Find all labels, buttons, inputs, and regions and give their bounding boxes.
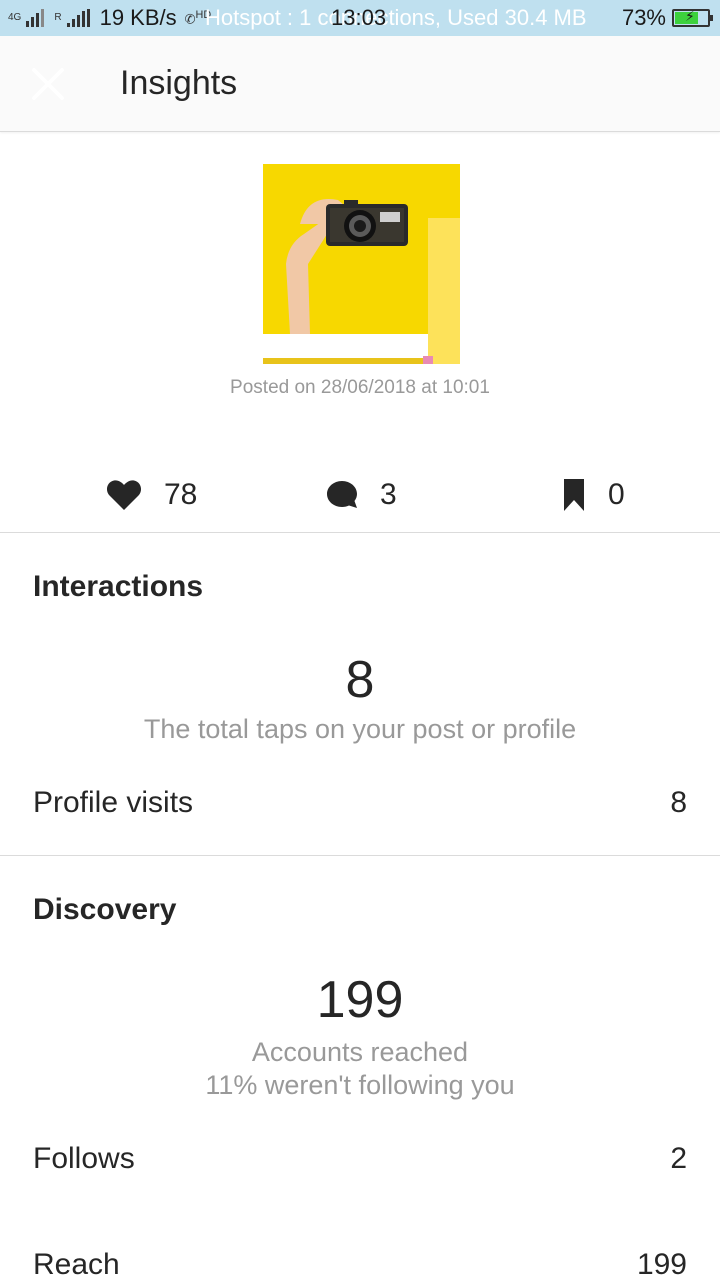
not-following-caption: 11% weren't following you <box>205 1070 515 1100</box>
accounts-reached-total: 199 <box>316 971 404 1029</box>
signal-icon-2 <box>66 9 90 27</box>
status-bar: 4G R 19 KB/s ✆HD Hotspot : 1 connections… <box>0 0 720 36</box>
charging-bolt-icon: ⚡ <box>685 8 695 24</box>
heart-icon <box>106 480 142 510</box>
likes-stat: 78 <box>106 474 197 516</box>
posted-on-text: Posted on 28/06/2018 at 10:01 <box>230 377 490 398</box>
profile-visits-label: Profile visits <box>33 786 194 819</box>
status-left: 4G R 19 KB/s ✆HD <box>8 5 211 31</box>
roaming-tag: R <box>54 12 62 23</box>
reach-value: 199 <box>636 1248 687 1280</box>
close-icon <box>32 68 64 100</box>
profile-visits-value: 8 <box>670 786 687 819</box>
network-tag: 4G <box>8 12 22 23</box>
battery-percent: 73% <box>621 5 666 30</box>
camera-photo-image <box>263 164 460 364</box>
hotspot-notification: Hotspot : 1 connections, Used 30.4 MB <box>205 5 587 30</box>
discovery-title: Discovery <box>33 893 177 926</box>
network-speed: 19 KB/s <box>99 5 177 30</box>
post-stats-row: 78 3 0 <box>0 474 720 516</box>
close-button[interactable] <box>28 64 68 104</box>
divider <box>0 532 720 533</box>
divider <box>0 855 720 856</box>
bookmark-icon <box>564 479 584 511</box>
reach-label: Reach <box>33 1248 120 1280</box>
comment-bubble-icon <box>327 481 357 508</box>
follows-value: 2 <box>670 1142 687 1175</box>
comments-stat: 3 <box>326 474 397 516</box>
signal-icon <box>26 9 45 27</box>
page-title: Insights <box>120 64 238 102</box>
interactions-total: 8 <box>345 651 375 709</box>
battery-icon: ⚡ <box>672 8 713 27</box>
status-right: 73% ⚡ <box>621 5 713 31</box>
saves-stat: 0 <box>562 474 625 516</box>
post-thumbnail[interactable] <box>260 164 460 364</box>
header-bar: Insights <box>0 36 720 132</box>
comments-count: 3 <box>380 478 397 511</box>
status-time: 13:03 <box>331 5 387 30</box>
likes-count: 78 <box>164 478 198 511</box>
interactions-title: Interactions <box>33 570 204 603</box>
saves-count: 0 <box>608 478 625 511</box>
accounts-reached-caption: Accounts reached <box>251 1037 469 1067</box>
follows-label: Follows <box>33 1142 135 1175</box>
interactions-caption: The total taps on your post or profile <box>143 714 577 744</box>
